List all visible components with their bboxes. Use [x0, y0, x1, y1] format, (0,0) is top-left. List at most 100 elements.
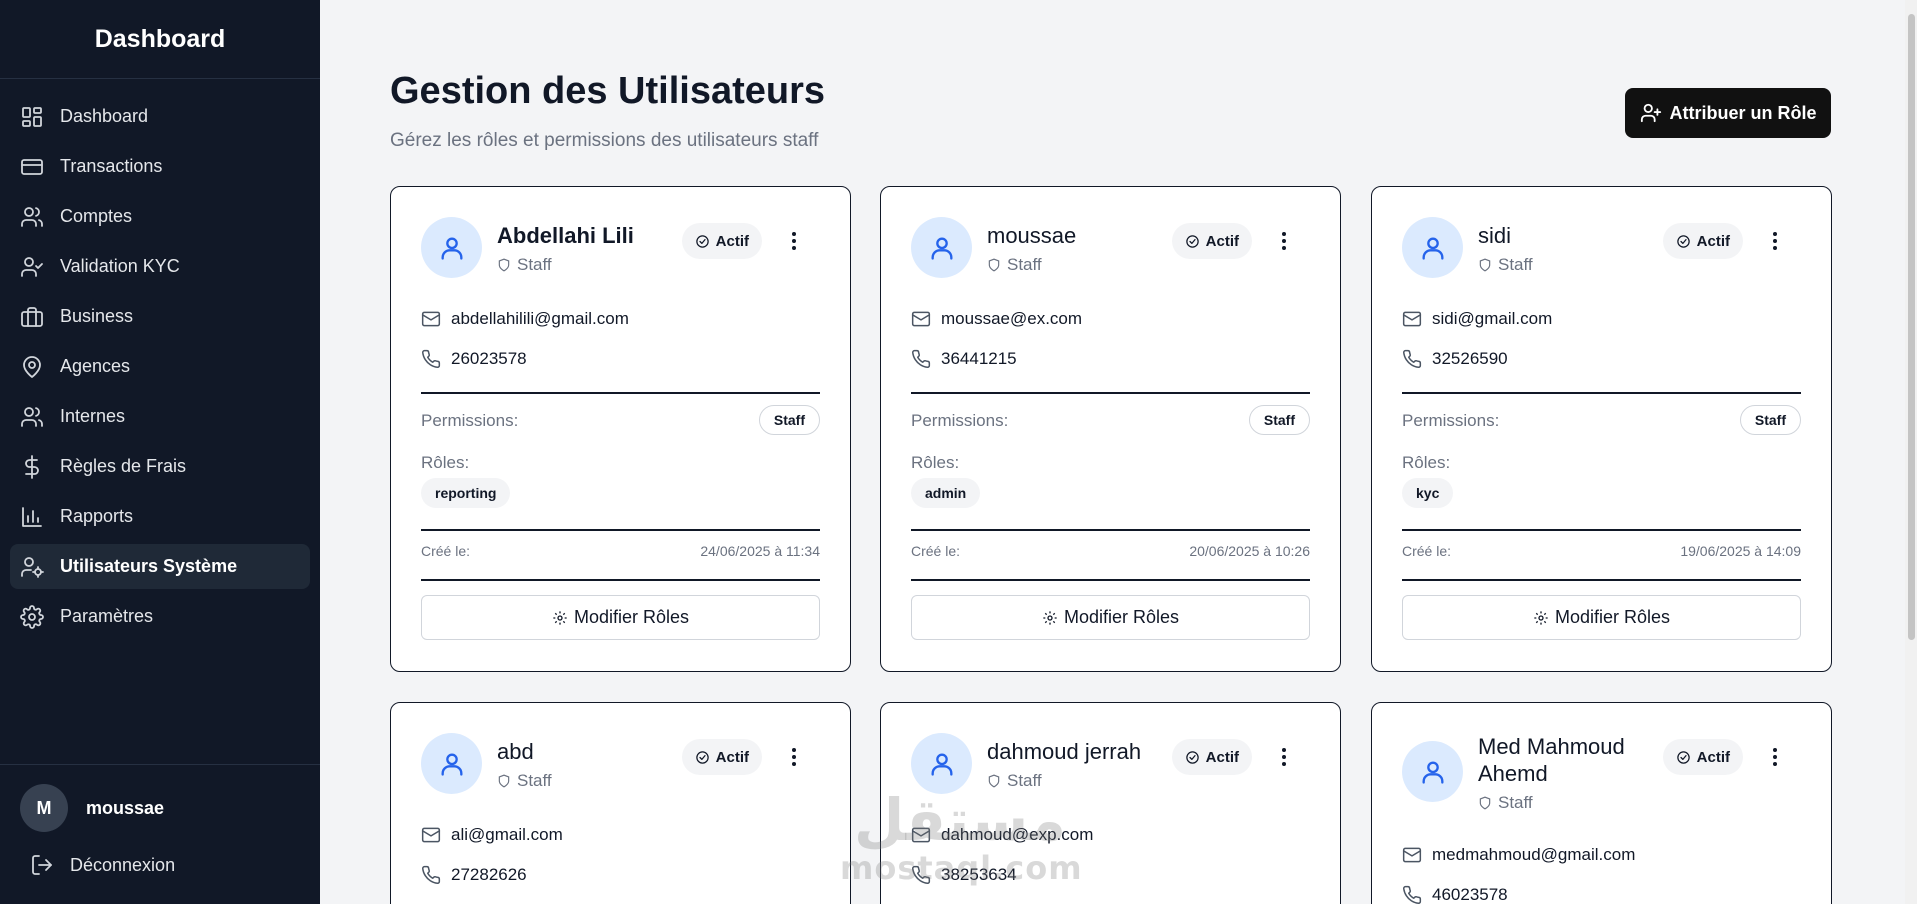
status-label: Actif [715, 232, 749, 250]
sidebar-item-regles-de-frais[interactable]: Règles de Frais [10, 444, 310, 489]
user-avatar [1402, 217, 1463, 278]
more-options-icon[interactable] [1763, 743, 1787, 771]
sidebar-item-label: Business [60, 306, 134, 326]
shield-icon [498, 258, 510, 271]
scrollbar-thumb[interactable] [1908, 14, 1915, 640]
permission-badge: Staff [1739, 405, 1801, 435]
watermark-latin: mostaql.com [840, 849, 1083, 887]
current-user: M moussae [0, 783, 320, 833]
phone-icon [1403, 349, 1422, 369]
edit-roles-button[interactable]: Modifier Rôles [1402, 595, 1801, 640]
email-value: medmahmoud@gmail.com [1432, 845, 1636, 864]
email-value: moussae@ex.com [941, 309, 1083, 328]
more-options-icon[interactable] [782, 743, 806, 771]
sidebar-item-business[interactable]: Business [10, 294, 310, 339]
status-badge: Actif [1171, 739, 1252, 775]
sidebar-item-label: Utilisateurs Système [60, 556, 238, 576]
sidebar-item-utilisateurs-systeme[interactable]: Utilisateurs Système [10, 544, 310, 589]
edit-roles-button[interactable]: Modifier Rôles [911, 595, 1310, 640]
sidebar-item-validation-kyc[interactable]: Validation KYC [10, 244, 310, 289]
sidebar-item-label: Paramètres [60, 606, 154, 626]
sidebar: Dashboard Dashboard Transactions Comptes… [0, 0, 320, 904]
shield-icon [988, 258, 1000, 271]
mail-icon [1402, 311, 1422, 327]
briefcase-icon [21, 306, 43, 327]
created-label: Créé le: [1402, 543, 1452, 559]
page-title: Gestion des Utilisateurs [390, 70, 826, 112]
sidebar-title: Dashboard [0, 0, 320, 79]
edit-roles-label: Modifier Rôles [573, 607, 690, 627]
card-header: Abdellahi Lili Staff Actif [421, 217, 820, 279]
phone-row: 32526590 [1402, 349, 1508, 369]
created-label: Créé le: [911, 543, 961, 559]
check-circle-icon [695, 750, 709, 764]
user-type-label: Staff [517, 771, 552, 790]
user-type-label: Staff [1498, 255, 1533, 274]
assign-role-button[interactable]: Attribuer un Rôle [1625, 88, 1831, 138]
user-card: sidi Staff Actif sidi@gmail.com 32526590… [1371, 186, 1832, 672]
email-value: sidi@gmail.com [1432, 309, 1553, 328]
status-badge: Actif [681, 739, 762, 775]
email-row: medmahmoud@gmail.com [1402, 845, 1635, 865]
user-card: abd Staff Actif ali@gmail.com 27282626 [390, 702, 851, 904]
layout-dashboard-icon [22, 106, 42, 127]
status-badge: Actif [1171, 223, 1252, 259]
sidebar-item-rapports[interactable]: Rapports [10, 494, 310, 539]
status-badge: Actif [681, 223, 762, 259]
settings-icon [20, 604, 44, 629]
user-type: Staff [1478, 789, 1658, 816]
permission-badge: Staff [1248, 405, 1310, 435]
user-type-label: Staff [1498, 793, 1533, 812]
status-badge: Actif [1662, 739, 1743, 775]
shield-icon [1479, 258, 1491, 271]
phone-value: 36441215 [941, 349, 1017, 368]
sidebar-item-internes[interactable]: Internes [10, 394, 310, 439]
check-circle-icon [695, 234, 709, 248]
more-options-icon[interactable] [1763, 227, 1787, 255]
divider [421, 579, 820, 581]
shield-icon [1479, 796, 1491, 809]
email-row: ali@gmail.com [421, 825, 563, 845]
user-icon [441, 237, 462, 260]
log-out-icon [32, 855, 52, 875]
divider [1402, 579, 1801, 581]
more-options-icon[interactable] [1272, 743, 1296, 771]
sidebar-item-dashboard[interactable]: Dashboard [10, 94, 310, 139]
more-options-icon[interactable] [1272, 227, 1296, 255]
watermark: مستقل mostaql.com [840, 786, 1083, 887]
page-subtitle: Gérez les rôles et permissions des utili… [390, 130, 819, 151]
status-label: Actif [1205, 232, 1239, 250]
sidebar-item-transactions[interactable]: Transactions [10, 144, 310, 189]
logout-button[interactable]: Déconnexion [0, 845, 320, 885]
more-options-icon[interactable] [782, 227, 806, 255]
watermark-arabic: مستقل [853, 786, 1067, 854]
dollar-sign-icon [25, 454, 39, 479]
sidebar-item-parametres[interactable]: Paramètres [10, 594, 310, 639]
created-label: Créé le: [421, 543, 471, 559]
phone-value: 27282626 [451, 865, 527, 884]
sidebar-item-agences[interactable]: Agences [10, 344, 310, 389]
user-avatar [421, 733, 482, 794]
edit-roles-label: Modifier Rôles [1554, 607, 1671, 627]
status-label: Actif [1205, 748, 1239, 766]
email-value: abdellahilili@gmail.com [451, 309, 629, 328]
email-row: abdellahilili@gmail.com [421, 309, 629, 329]
map-pin-icon [23, 355, 41, 378]
user-type: Staff [497, 251, 677, 278]
card-header: moussae Staff Actif [911, 217, 1310, 279]
user-cog-icon [21, 556, 44, 578]
sidebar-item-comptes[interactable]: Comptes [10, 194, 310, 239]
permissions-label: Permissions: [421, 411, 519, 430]
user-name: moussae [86, 797, 165, 818]
sidebar-item-label: Comptes [60, 206, 133, 226]
settings-icon [1534, 610, 1548, 625]
user-type: Staff [987, 251, 1167, 278]
edit-roles-button[interactable]: Modifier Rôles [421, 595, 820, 640]
shield-icon [498, 774, 510, 787]
user-icon [931, 237, 952, 260]
scrollbar[interactable] [1905, 0, 1917, 904]
user-name-text: Abdellahi Lili [497, 223, 634, 248]
sidebar-nav: Dashboard Transactions Comptes Validatio… [0, 79, 320, 639]
user-name-text: dahmoud jerrah [987, 739, 1142, 764]
user-type-label: Staff [1007, 255, 1042, 274]
